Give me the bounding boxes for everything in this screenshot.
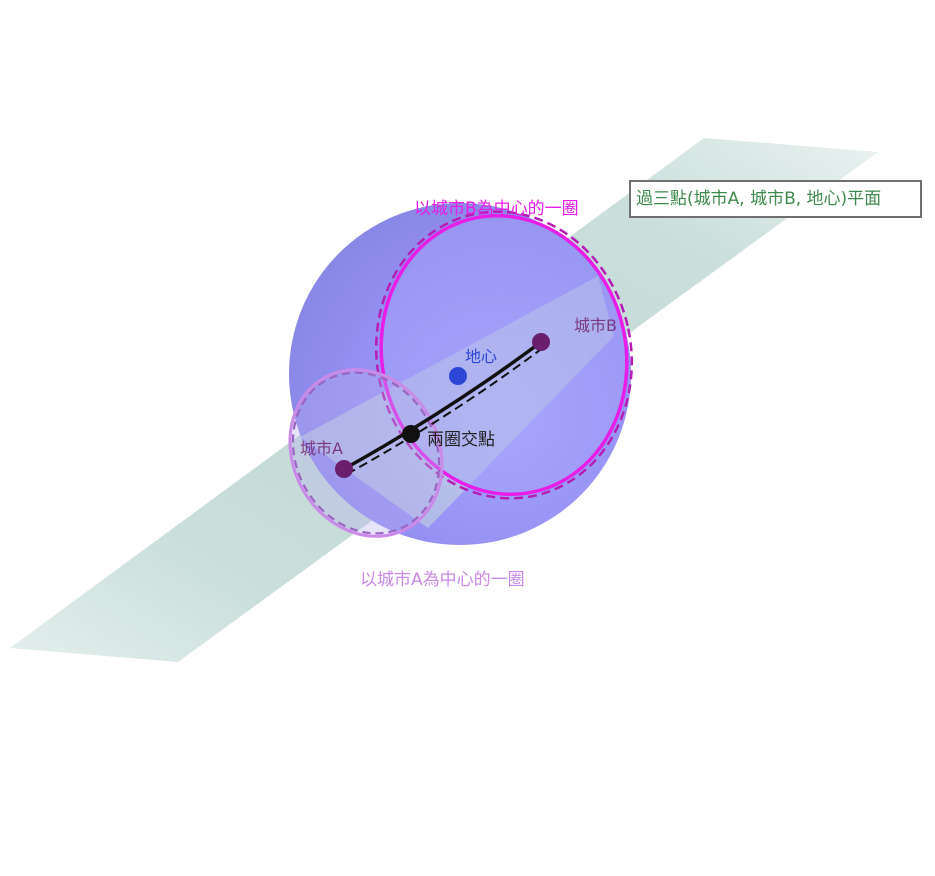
- circle-b-label[interactable]: 以城市B為中心的一圈: [414, 199, 579, 219]
- geometry-3d-view[interactable]: 以城市B為中心的一圈 以城市A為中心的一圈 城市B 城市A 地心 兩圈交點: [0, 0, 935, 876]
- intersection-label[interactable]: 兩圈交點: [427, 430, 495, 450]
- city-a-point[interactable]: [335, 460, 353, 478]
- city-a-label[interactable]: 城市A: [300, 439, 343, 458]
- earth-center-label[interactable]: 地心: [465, 347, 497, 366]
- earth-center-point[interactable]: [449, 367, 467, 385]
- intersection-point[interactable]: [402, 425, 420, 443]
- city-b-label[interactable]: 城市B: [574, 316, 617, 335]
- city-b-point[interactable]: [532, 333, 550, 351]
- plane-label[interactable]: 過三點(城市A, 城市B, 地心)平面: [629, 180, 922, 218]
- circle-a-label[interactable]: 以城市A為中心的一圈: [360, 570, 525, 590]
